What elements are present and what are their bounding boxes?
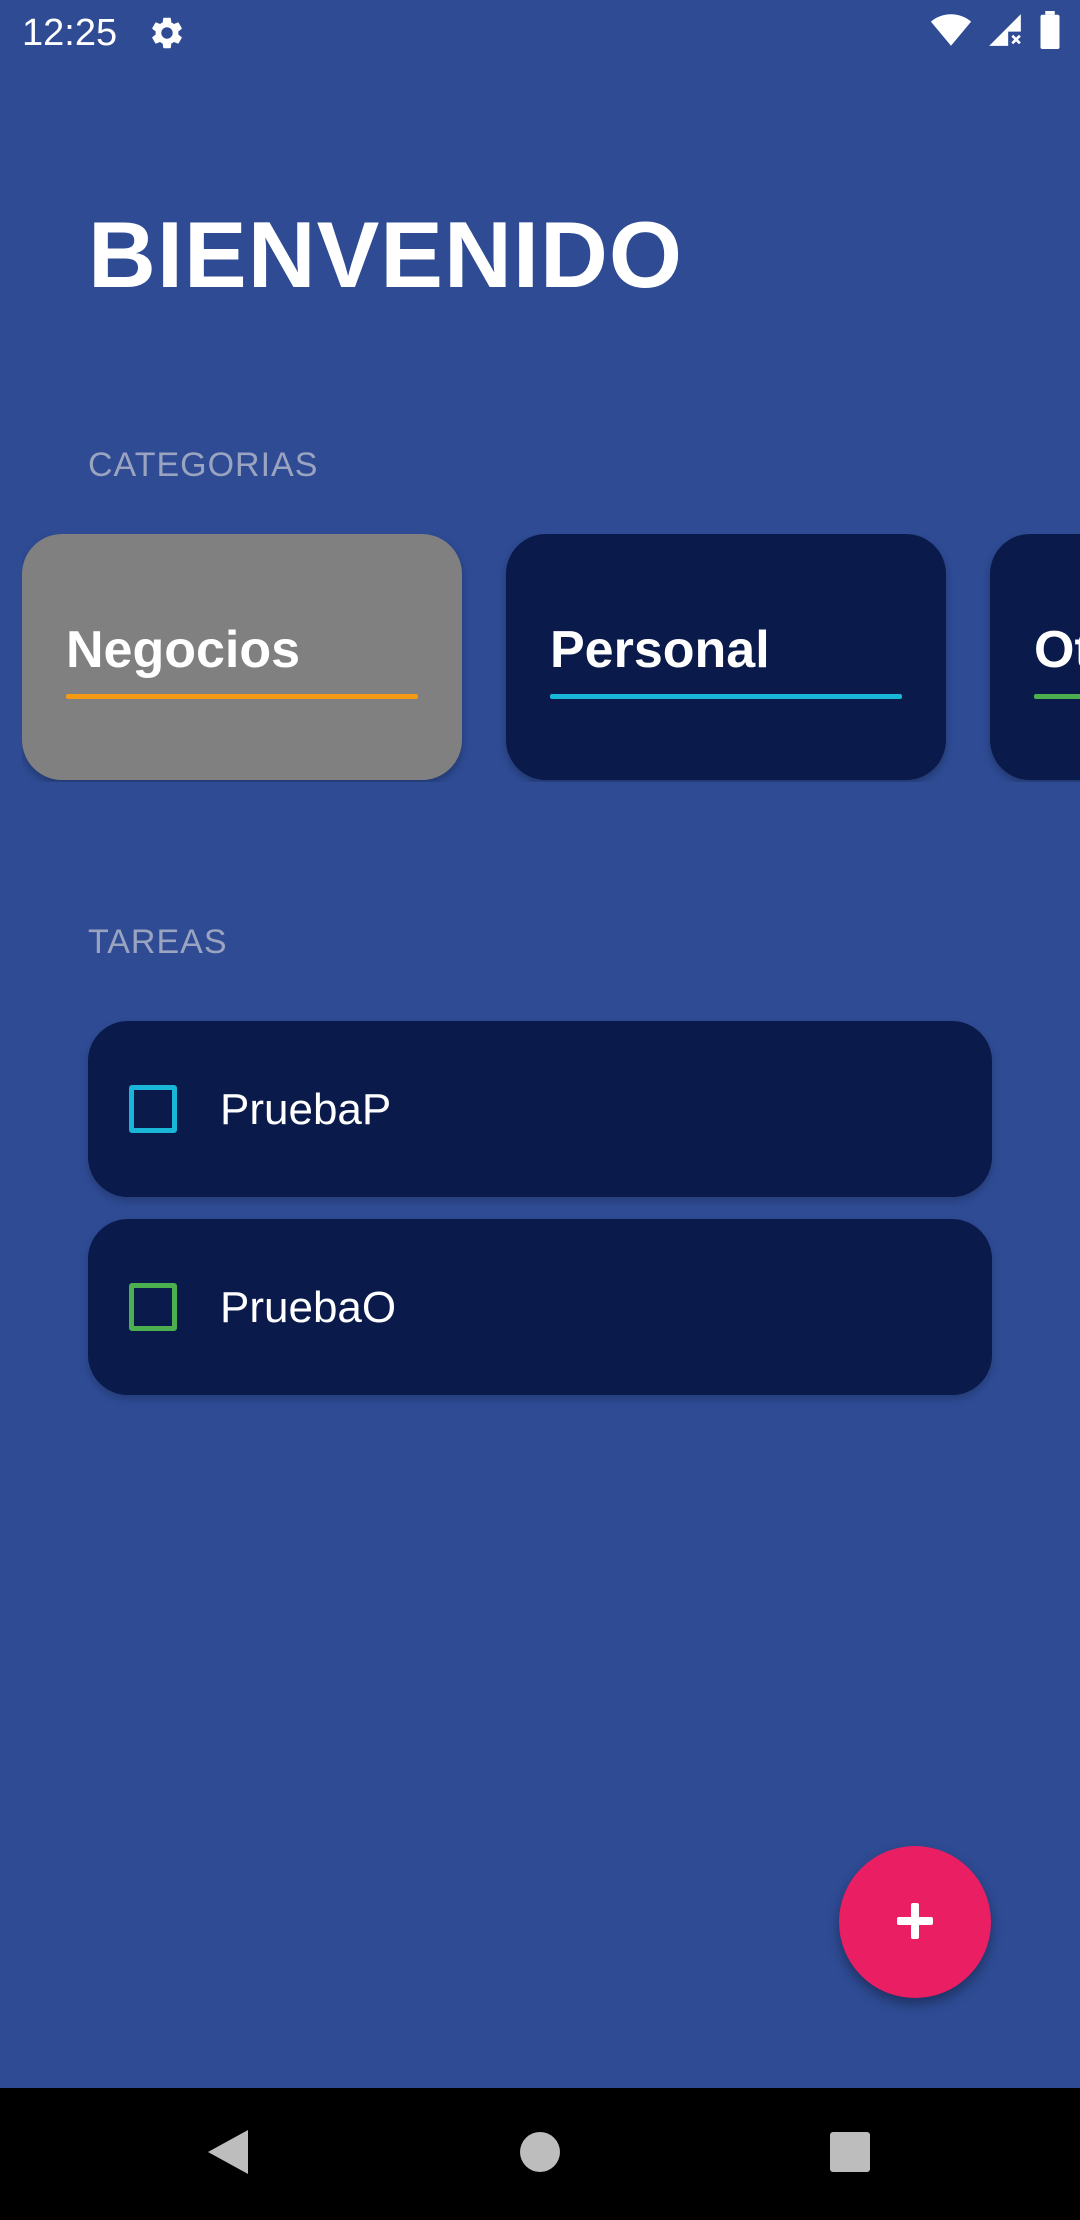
task-checkbox[interactable] (129, 1283, 177, 1331)
categories-label: CATEGORIAS (88, 446, 319, 484)
battery-icon (1038, 10, 1062, 54)
back-button[interactable] (190, 2116, 266, 2192)
wifi-icon (930, 12, 972, 53)
category-card-otros[interactable]: Ot (990, 534, 1080, 780)
task-item[interactable]: PruebaO (88, 1219, 992, 1395)
navigation-bar (0, 2088, 1080, 2220)
category-color-bar (1034, 694, 1080, 699)
tasks-label: TAREAS (88, 923, 228, 961)
task-label: PruebaO (220, 1283, 397, 1332)
categories-carousel[interactable]: Negocios Personal Ot (22, 534, 1080, 782)
plus-icon (895, 1901, 935, 1944)
category-card-negocios[interactable]: Negocios (22, 534, 462, 780)
task-checkbox[interactable] (129, 1085, 177, 1133)
home-icon (519, 2131, 561, 2178)
category-name: Negocios (66, 621, 301, 679)
category-color-bar (550, 694, 902, 699)
recents-button[interactable] (812, 2116, 888, 2192)
status-bar: 12:25 (0, 0, 1080, 66)
signal-icon (986, 11, 1024, 54)
status-icons (930, 10, 1062, 54)
category-name: Personal (550, 621, 770, 679)
recents-icon (830, 2131, 870, 2177)
task-item[interactable]: PruebaP (88, 1021, 992, 1197)
home-button[interactable] (502, 2116, 578, 2192)
add-task-button[interactable] (839, 1846, 991, 1998)
status-time: 12:25 (22, 12, 118, 54)
task-label: PruebaP (220, 1085, 392, 1134)
category-name: Ot (1034, 621, 1080, 679)
category-card-personal[interactable]: Personal (506, 534, 946, 780)
back-icon (206, 2128, 250, 2181)
category-color-bar (66, 694, 418, 699)
welcome-title: BIENVENIDO (88, 202, 683, 307)
gear-icon (148, 14, 186, 52)
